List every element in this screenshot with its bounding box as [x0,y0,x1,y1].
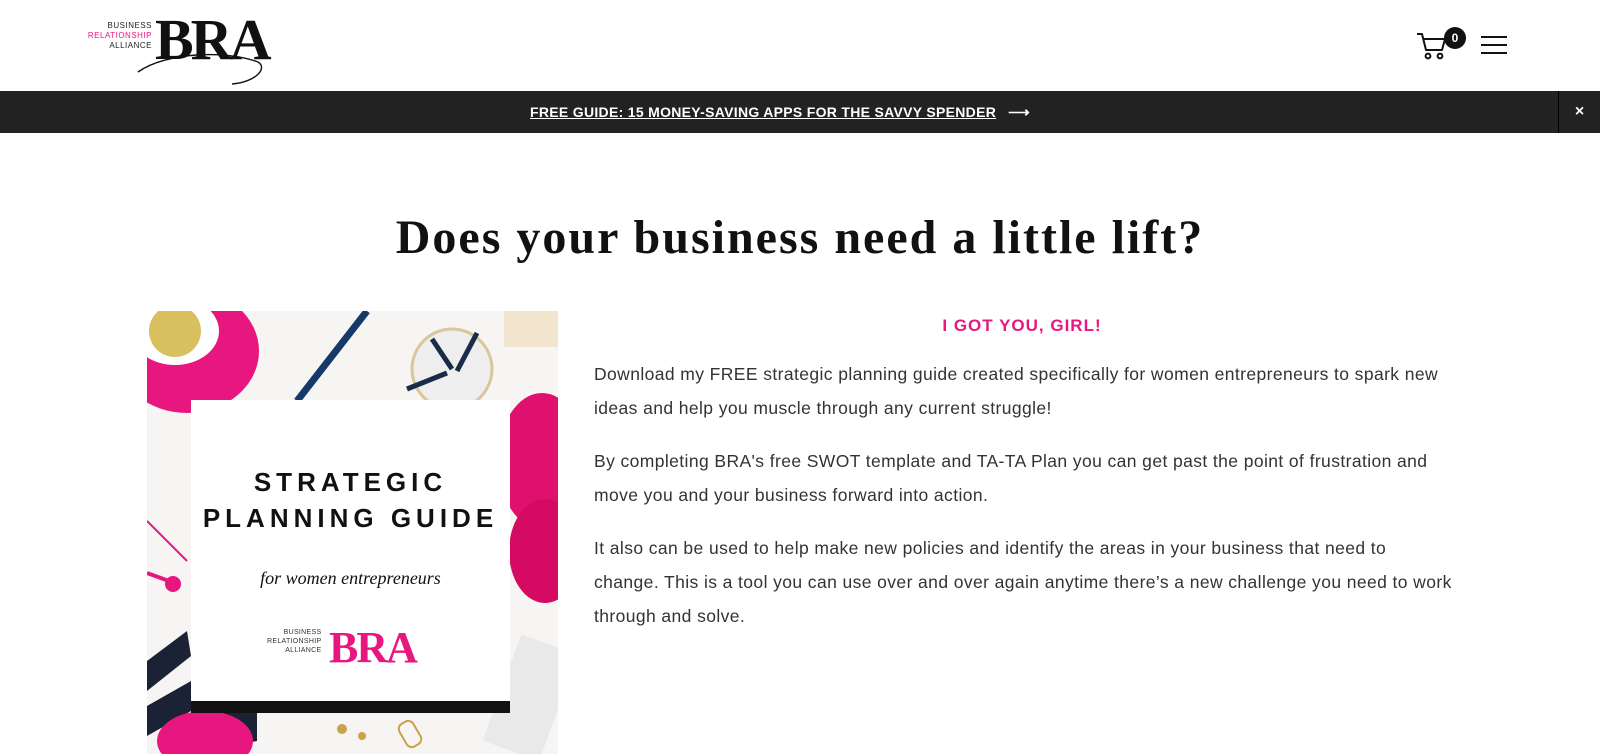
brand-logo[interactable]: BUSINESS RELATIONSHIP ALLIANCE BRA [87,7,271,85]
logo-line-relationship: RELATIONSHIP [87,31,152,40]
guide-logo-text: BUSINESS RELATIONSHIP ALLIANCE [267,629,322,654]
guide-title: STRATEGIC PLANNING GUIDE [202,467,499,533]
hamburger-menu-button[interactable] [1481,36,1507,56]
guide-cover-image[interactable]: STRATEGIC PLANNING GUIDE for women entre… [147,311,558,754]
cart-count-badge: 0 [1444,27,1466,49]
intro-paragraph-2: By completing BRA's free SWOT template a… [594,451,1428,505]
logo-swoosh-icon [137,53,263,85]
close-announcement-button[interactable]: × [1558,91,1600,133]
hamburger-menu-icon [1481,36,1507,38]
guide-logo-mark: BRA [329,623,418,672]
guide-card-shadow-bar [191,701,510,713]
logo-line-business: BUSINESS [107,21,152,30]
page-headline: Does your business need a little lift? [395,211,1205,264]
announcement-bar: FREE GUIDE: 15 MONEY-SAVING APPS FOR THE… [0,91,1600,133]
announcement-text: FREE GUIDE: 15 MONEY-SAVING APPS FOR THE… [530,104,997,120]
guide-cover-card: STRATEGIC PLANNING GUIDE for women entre… [191,400,510,707]
announcement-link[interactable]: FREE GUIDE: 15 MONEY-SAVING APPS FOR THE… [0,91,1560,133]
arrow-right-icon: ⟶ [1008,104,1030,121]
intro-heading: I GOT YOU, GIRL! [942,316,1102,335]
intro-paragraph-1: Download my FREE strategic planning guid… [594,364,1439,418]
site-header: BUSINESS RELATIONSHIP ALLIANCE BRA 0 [0,0,1600,91]
intro-paragraph-3: It also can be used to help make new pol… [594,538,1452,626]
guide-subtitle: for women entrepreneurs [260,568,441,588]
